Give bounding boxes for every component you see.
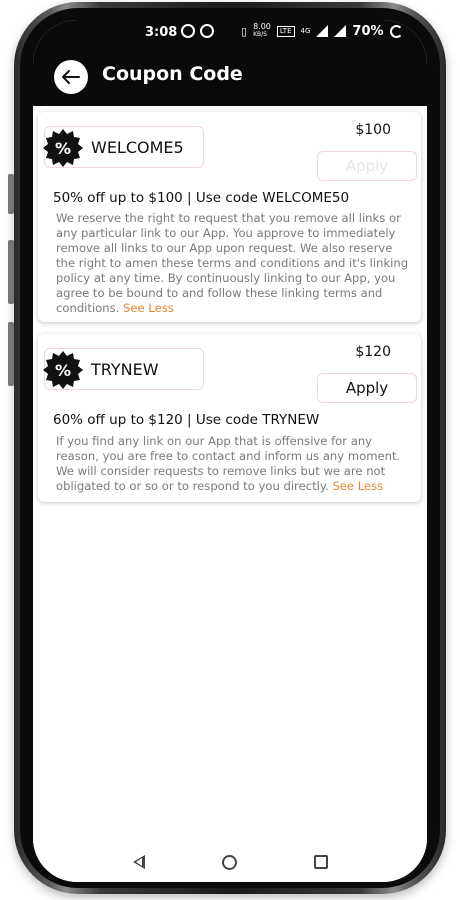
see-less-link[interactable]: See Less [123,301,174,315]
coupon-terms-text: We reserve the right to request that you… [56,211,409,315]
coupon-card: % TRYNEW $120 Apply 60% off up to $120 |… [38,334,421,502]
status-system-icons: ▯ 8.00 KB/S LTE 4G 70% [241,23,403,39]
arrow-left-icon [62,70,80,84]
network-speed-unit: KB/S [253,31,267,38]
network-speed-value: 8.00 [253,22,271,31]
coupon-price: $120 [355,344,391,360]
see-less-link[interactable]: See Less [332,479,383,493]
coupon-list: % WELCOME5 $100 Apply 50% off up to $100… [33,106,427,846]
system-nav-bar [33,846,427,882]
chrome-icon [200,24,214,38]
coupon-card: % WELCOME5 $100 Apply 50% off up to $100… [38,112,421,322]
back-button[interactable] [54,60,88,94]
coupon-code-box: % WELCOME5 [43,126,204,168]
status-app-icons [181,24,214,38]
phone-screen: 3:08 ▯ 8.00 KB/S LTE 4G 70% Coupon Code [33,20,427,882]
battery-percent: 70% [352,23,384,39]
nav-back-icon[interactable] [133,855,145,869]
phone-volume-up-button [8,240,14,304]
phone-volume-down-button [8,322,14,386]
nav-recents-icon[interactable] [314,855,328,869]
app-bar: Coupon Code [33,46,427,106]
svg-text:%: % [55,361,71,380]
signal-icon [316,25,329,37]
svg-text:%: % [55,139,71,158]
coupon-code: WELCOME5 [91,138,184,157]
network-speed: 8.00 KB/S [253,23,271,39]
page-title: Coupon Code [102,63,243,85]
status-time: 3:08 [145,25,178,40]
coupon-terms: We reserve the right to request that you… [56,211,414,316]
coupon-price: $100 [355,122,391,138]
discount-badge-icon: % [43,351,83,389]
coupon-code-box: % TRYNEW [43,348,204,390]
signal-icon-2 [334,25,347,37]
vibrate-icon: ▯ [241,24,248,38]
lte-badge: LTE [276,25,295,37]
apply-button[interactable]: Apply [317,373,417,403]
whatsapp-icon [181,24,195,38]
coupon-offer: 60% off up to $120 | Use code TRYNEW [53,412,320,428]
status-bar: 3:08 ▯ 8.00 KB/S LTE 4G 70% [33,20,427,46]
nav-home-icon[interactable] [222,855,237,870]
phone-side-button [8,174,14,214]
apply-button[interactable]: Apply [317,151,417,181]
network-type: 4G [300,27,311,35]
battery-icon [389,24,403,38]
coupon-terms: If you find any link on our App that is … [56,434,414,494]
coupon-offer: 50% off up to $100 | Use code WELCOME50 [53,190,350,206]
coupon-code: TRYNEW [91,360,159,379]
discount-badge-icon: % [43,129,83,167]
